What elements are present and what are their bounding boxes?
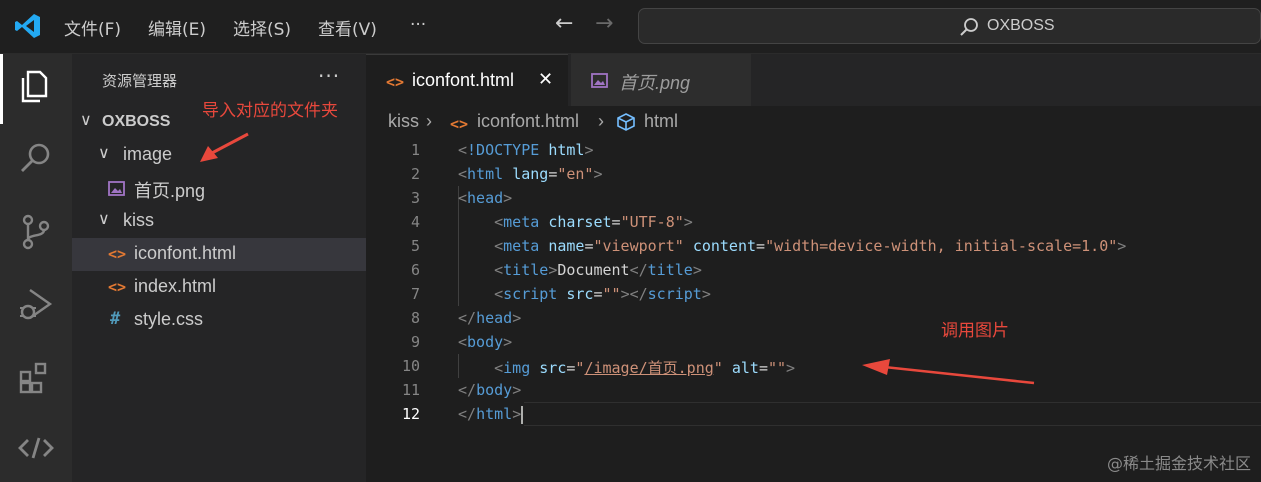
code-line: </html> — [458, 405, 524, 424]
line-number-current: 12 — [401, 405, 420, 423]
search-icon[interactable] — [16, 138, 56, 178]
line-number: 9 — [410, 333, 420, 351]
code-line: <head> — [458, 189, 513, 207]
workspace-root-label: OXBOSS — [102, 113, 171, 130]
text-cursor — [521, 405, 524, 424]
file-image-png[interactable]: 首页.png — [72, 172, 366, 205]
line-number: 1 — [410, 141, 420, 159]
code-line: <html lang="en"> — [458, 165, 603, 183]
watermark: @稀土掘金技术社区 — [1106, 454, 1251, 473]
line-number: 4 — [410, 213, 420, 231]
file-index-html[interactable]: <> index.html — [72, 271, 366, 304]
line-number: 6 — [410, 261, 420, 279]
chevron-down-icon: ∨ — [80, 110, 92, 129]
chevron-down-icon: ∨ — [98, 209, 110, 228]
folder-kiss[interactable]: ∨ kiss — [72, 205, 366, 238]
image-file-icon — [108, 181, 125, 196]
code-line: <meta name="viewport" content="width=dev… — [494, 237, 1127, 255]
line-number: 2 — [410, 165, 420, 183]
line-number: 5 — [410, 237, 420, 255]
tab-image-png[interactable]: 首页.png — [571, 54, 751, 106]
search-icon — [960, 18, 978, 36]
breadcrumb-folder[interactable]: kiss — [388, 111, 419, 132]
chevron-right-icon: › — [426, 111, 432, 131]
extensions-icon[interactable] — [16, 356, 56, 396]
file-style-css[interactable]: # style.css — [72, 304, 366, 337]
explorer-title: 资源管理器 — [102, 72, 178, 90]
folder-label: kiss — [123, 210, 154, 230]
code-line: <!DOCTYPE html> — [458, 141, 594, 159]
activity-bar — [0, 54, 72, 482]
tab-iconfont-html[interactable]: <> iconfont.html ✕ — [366, 54, 568, 107]
menu-selection[interactable]: 选择(S) — [233, 15, 291, 40]
annotation-arrow-icon — [200, 132, 249, 162]
menu-file[interactable]: 文件(F) — [64, 15, 121, 40]
close-icon[interactable]: ✕ — [538, 69, 553, 90]
command-center-search[interactable]: OXBOSS — [638, 8, 1261, 44]
forward-arrow-icon[interactable]: → — [595, 11, 613, 36]
menu-more[interactable]: ··· — [410, 15, 426, 35]
symbol-element-icon — [617, 113, 635, 131]
file-label: iconfont.html — [134, 243, 237, 263]
html-file-icon: <> — [108, 245, 127, 263]
search-text: OXBOSS — [987, 17, 1055, 34]
line-number: 10 — [401, 357, 420, 375]
line-number: 11 — [401, 381, 420, 399]
menu-view[interactable]: 查看(V) — [318, 15, 377, 40]
folder-label: image — [123, 144, 173, 164]
code-line: </body> — [458, 381, 522, 399]
css-file-icon: # — [110, 309, 121, 329]
html-file-icon: <> — [386, 73, 405, 91]
breadcrumb-symbol[interactable]: html — [644, 111, 678, 132]
line-number: 7 — [410, 285, 420, 303]
line-number: 8 — [410, 309, 420, 327]
current-line-highlight — [524, 402, 1261, 426]
annotation-arrow-icon — [862, 359, 1035, 385]
tab-label: iconfont.html — [412, 70, 515, 90]
code-editor[interactable]: 1 2 3 4 5 6 7 8 9 10 11 12 <!DOCTYPE htm… — [366, 138, 1261, 482]
menu-edit[interactable]: 编辑(E) — [148, 15, 206, 40]
line-number: 3 — [410, 189, 420, 207]
annotation-import-folder: 导入对应的文件夹 — [202, 101, 338, 121]
explorer-more-actions[interactable]: ··· — [318, 64, 340, 88]
source-control-icon[interactable] — [16, 212, 56, 252]
editor-tabs: <> iconfont.html ✕ 首页.png — [366, 54, 1261, 107]
code-line: <img src="/image/首页.png" alt=""> — [494, 359, 796, 377]
file-label: index.html — [134, 276, 217, 296]
html-file-icon: <> — [450, 115, 469, 133]
explorer-icon[interactable] — [16, 66, 56, 106]
chevron-right-icon: › — [598, 111, 604, 131]
code-line: <script src=""></script> — [494, 285, 711, 303]
remote-explorer-icon[interactable] — [16, 428, 56, 468]
vscode-logo-icon[interactable] — [14, 12, 42, 40]
code-line: <title>Document</title> — [494, 261, 702, 279]
breadcrumb-file[interactable]: iconfont.html — [477, 111, 579, 132]
run-debug-icon[interactable] — [16, 284, 56, 324]
code-line: <body> — [458, 333, 513, 351]
html-file-icon: <> — [108, 278, 127, 296]
back-arrow-icon[interactable]: ← — [555, 11, 573, 36]
active-view-indicator — [0, 54, 3, 124]
code-line: </head> — [458, 309, 522, 327]
file-label: style.css — [134, 309, 204, 329]
explorer-sidebar: 资源管理器 ··· ∨ OXBOSS ∨ image 首页.png ∨ kiss… — [72, 54, 366, 482]
image-file-icon — [591, 73, 608, 88]
title-bar: 文件(F) 编辑(E) 选择(S) 查看(V) ··· ← → OXBOSS — [0, 0, 1261, 54]
file-iconfont-html[interactable]: <> iconfont.html — [72, 238, 366, 271]
code-line: <meta charset="UTF-8"> — [494, 213, 693, 231]
annotation-call-image: 调用图片 — [941, 321, 1009, 341]
file-label: 首页.png — [134, 181, 206, 201]
tab-label: 首页.png — [619, 73, 691, 93]
chevron-down-icon: ∨ — [98, 143, 110, 162]
